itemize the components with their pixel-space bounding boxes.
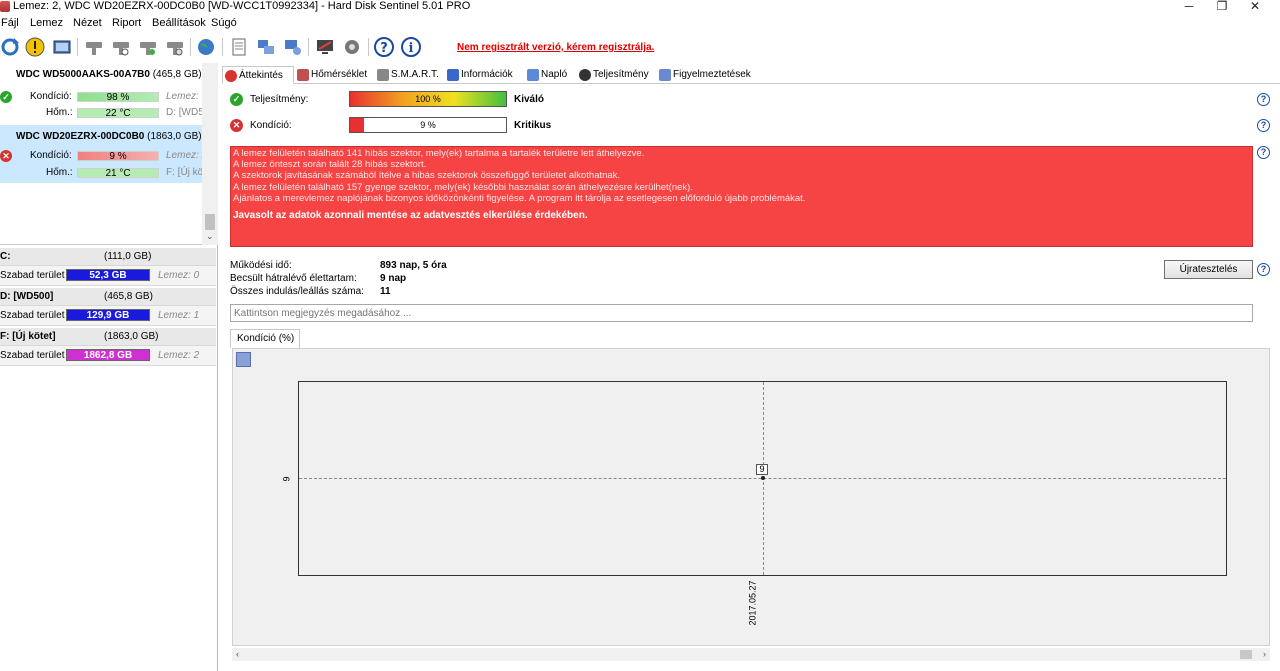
tab-overview[interactable]: Áttekintés bbox=[222, 66, 294, 84]
ok-status-icon: ✓ bbox=[0, 91, 12, 103]
help-icon[interactable]: ? bbox=[1257, 263, 1270, 276]
menu-disk[interactable]: Lemez bbox=[30, 17, 63, 29]
chart-y-tick-label: 9 bbox=[281, 476, 292, 482]
menu-file[interactable]: Fájl bbox=[1, 17, 19, 29]
ok-status-icon: ✓ bbox=[230, 93, 243, 106]
tab-smart[interactable]: S.M.A.R.T. bbox=[375, 66, 443, 84]
register-link[interactable]: Nem regisztrált verzió, kérem regisztrál… bbox=[457, 42, 654, 53]
alerts-icon bbox=[659, 69, 671, 81]
retest-button[interactable]: Újratesztelés bbox=[1164, 260, 1253, 279]
window-title: Lemez: 2, WDC WD20EZRX-00DC0B0 [WD-WCC1T… bbox=[13, 0, 471, 12]
disk-name: WDC WD5000AAKS-00A7B0 (465,8 GB) bbox=[16, 69, 202, 80]
disk-icon bbox=[377, 69, 389, 81]
menu-bar: Fájl Lemez Nézet Riport Beállítások Súgó bbox=[0, 15, 1280, 33]
log-icon bbox=[527, 69, 539, 81]
disk-list: WDC WD5000AAKS-00A7B0 (465,8 GB) ✓ Kondí… bbox=[0, 63, 218, 245]
disk-list-scrollbar[interactable]: ⌄ bbox=[202, 63, 218, 245]
health-bar: 9 % bbox=[349, 117, 507, 133]
chevron-left-icon[interactable]: ‹ bbox=[236, 649, 239, 659]
warning-icon[interactable] bbox=[25, 37, 45, 57]
menu-help[interactable]: Súgó bbox=[211, 17, 237, 29]
health-bar: 98 % bbox=[77, 92, 159, 103]
health-bar: 9 % bbox=[77, 151, 159, 162]
volume-item-f[interactable]: F: [Új kötet] (1863,0 GB) Szabad terület… bbox=[0, 328, 218, 368]
alert-box: A lemez felületén található 141 hibás sz… bbox=[230, 146, 1253, 247]
toolbar: ? i Nem regisztrált verzió, kérem regisz… bbox=[0, 33, 1280, 61]
health-row: ✕ Kondíció: 9 % Kritikus bbox=[230, 117, 1280, 135]
free-space-bar: 1862,8 GB bbox=[66, 349, 150, 361]
chart-horizontal-scrollbar[interactable]: ‹ › bbox=[232, 648, 1270, 661]
tab-alerts[interactable]: Figyelmeztetések bbox=[657, 66, 755, 84]
error-icon bbox=[225, 70, 237, 82]
thermometer-icon bbox=[297, 69, 309, 81]
settings-icon[interactable] bbox=[342, 37, 362, 57]
report-icon[interactable] bbox=[52, 37, 72, 57]
tab-information[interactable]: Információk bbox=[445, 66, 519, 84]
info-icon[interactable]: i bbox=[401, 37, 421, 57]
network2-icon[interactable] bbox=[283, 37, 303, 57]
chart-x-tick-label: 2017.05.27 bbox=[747, 580, 758, 626]
chevron-right-icon[interactable]: › bbox=[1263, 649, 1266, 659]
network-icon[interactable] bbox=[256, 37, 276, 57]
chart-tab-health[interactable]: Kondíció (%) bbox=[230, 329, 300, 348]
scroll-thumb[interactable] bbox=[205, 214, 215, 230]
left-panel: WDC WD5000AAKS-00A7B0 (465,8 GB) ✓ Kondí… bbox=[0, 63, 218, 671]
app-icon bbox=[0, 1, 10, 12]
help-icon[interactable]: ? bbox=[374, 37, 394, 57]
monitor-icon[interactable] bbox=[315, 37, 335, 57]
close-button[interactable]: ✕ bbox=[1232, 0, 1278, 14]
info-icon bbox=[447, 69, 459, 81]
refresh-icon[interactable] bbox=[0, 37, 20, 57]
menu-report[interactable]: Riport bbox=[112, 17, 141, 29]
disk-tool-4-icon[interactable] bbox=[165, 37, 185, 57]
temp-bar: 22 °C bbox=[77, 108, 159, 119]
tab-performance[interactable]: Teljesítmény bbox=[577, 66, 653, 84]
tab-temperature[interactable]: Hőmérséklet bbox=[295, 66, 373, 84]
menu-view[interactable]: Nézet bbox=[73, 17, 102, 29]
tab-bar: Áttekintés Hőmérséklet S.M.A.R.T. Inform… bbox=[222, 66, 1280, 84]
help-icon[interactable]: ? bbox=[1257, 146, 1270, 159]
globe-icon[interactable] bbox=[196, 37, 216, 57]
scroll-thumb[interactable] bbox=[1240, 650, 1252, 659]
gauge-icon bbox=[579, 69, 591, 81]
help-icon[interactable]: ? bbox=[1257, 119, 1270, 132]
free-space-bar: 129,9 GB bbox=[66, 309, 150, 321]
disk-tool-3-icon[interactable] bbox=[138, 37, 158, 57]
disk-info: Működési idő: 893 nap, 5 óra Becsült hát… bbox=[230, 260, 447, 297]
temp-bar: 21 °C bbox=[77, 168, 159, 179]
chart-data-label: 9 bbox=[756, 464, 768, 475]
error-status-icon: ✕ bbox=[0, 150, 12, 162]
document-icon[interactable] bbox=[229, 37, 249, 57]
chart-plot: 9 bbox=[298, 381, 1227, 576]
svg-text:?: ? bbox=[380, 41, 388, 56]
free-space-bar: 52,3 GB bbox=[66, 269, 150, 281]
save-icon[interactable] bbox=[236, 352, 251, 367]
svg-text:i: i bbox=[409, 41, 414, 56]
performance-bar: 100 % bbox=[349, 91, 507, 107]
chevron-down-icon[interactable]: ⌄ bbox=[206, 231, 214, 242]
help-icon[interactable]: ? bbox=[1257, 93, 1270, 106]
chart-data-point bbox=[761, 476, 765, 480]
note-input[interactable] bbox=[230, 304, 1253, 322]
menu-settings[interactable]: Beállítások bbox=[152, 17, 206, 29]
volume-item-d[interactable]: D: [WD500] (465,8 GB) Szabad terület 129… bbox=[0, 288, 218, 328]
disk-item-1[interactable]: WDC WD5000AAKS-00A7B0 (465,8 GB) ✓ Kondí… bbox=[0, 63, 207, 121]
disk-item-2[interactable]: WDC WD20EZRX-00DC0B0 (1863,0 GB) ✕ Kondí… bbox=[0, 125, 207, 183]
disk-tool-2-icon[interactable] bbox=[111, 37, 131, 57]
tab-log[interactable]: Napló bbox=[525, 66, 571, 84]
error-status-icon: ✕ bbox=[230, 119, 243, 132]
disk-tool-1-icon[interactable] bbox=[84, 37, 104, 57]
volume-item-c[interactable]: C: (111,0 GB) Szabad terület 52,3 GB Lem… bbox=[0, 248, 218, 288]
performance-row: ✓ Teljesítmény: 100 % Kiváló bbox=[230, 91, 1280, 109]
disk-name: WDC WD20EZRX-00DC0B0 (1863,0 GB) bbox=[16, 131, 202, 142]
title-bar: Lemez: 2, WDC WD20EZRX-00DC0B0 [WD-WCC1T… bbox=[0, 0, 1280, 14]
